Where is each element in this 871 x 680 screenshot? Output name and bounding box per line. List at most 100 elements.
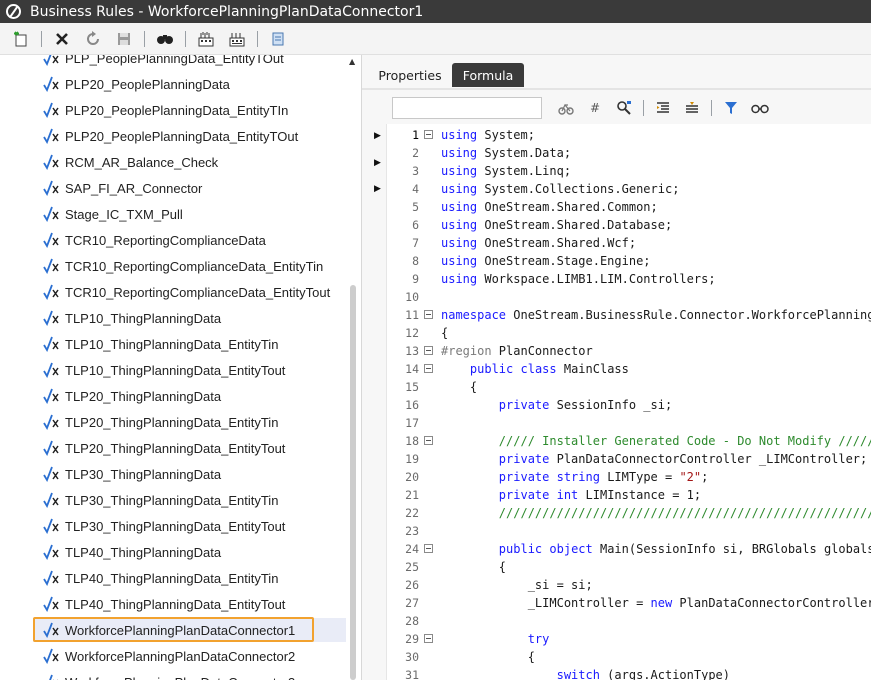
code-line[interactable]: 18 ///// Installer Generated Code - Do N… xyxy=(387,432,871,450)
tree-item[interactable]: PLP20_PeoplePlanningData_EntityTOut xyxy=(33,124,346,148)
code-line[interactable]: 12 { xyxy=(387,324,871,342)
refresh-icon[interactable] xyxy=(82,28,104,50)
formula-rule-icon xyxy=(43,596,63,613)
tree-item[interactable]: TLP10_ThingPlanningData_EntityTout xyxy=(33,358,346,382)
code-line[interactable]: 25 { xyxy=(387,558,871,576)
code-line[interactable]: 8 using OneStream.Stage.Engine; xyxy=(387,252,871,270)
tree-item[interactable]: PLP_PeoplePlanningData_EntityTOut xyxy=(33,55,346,70)
code-token: (args.ActionType) xyxy=(599,668,730,680)
code-editor[interactable]: 1 using System; 2 using System.Data; 3 using … xyxy=(386,124,871,680)
search-icon[interactable] xyxy=(154,28,176,50)
code-line[interactable]: 14 public class MainClass xyxy=(387,360,871,378)
code-line[interactable]: 10 xyxy=(387,288,871,306)
code-line[interactable]: 2 using System.Data; xyxy=(387,144,871,162)
save-icon[interactable] xyxy=(113,28,135,50)
tree-item[interactable]: Stage_IC_TXM_Pull xyxy=(33,202,346,226)
compile-icon[interactable] xyxy=(195,28,217,50)
outdent-icon[interactable] xyxy=(653,98,673,118)
code-line[interactable]: 28 xyxy=(387,612,871,630)
code-text: { xyxy=(441,378,477,396)
tree-item[interactable]: TLP30_ThingPlanningData_EntityTin xyxy=(33,488,346,512)
indent-icon[interactable] xyxy=(682,98,702,118)
tree-item[interactable]: PLP20_PeoplePlanningData xyxy=(33,72,346,96)
code-line[interactable]: 15 { xyxy=(387,378,871,396)
formula-rule-icon xyxy=(43,55,63,67)
fold-toggle-icon[interactable] xyxy=(424,436,433,445)
run-icon[interactable] xyxy=(267,28,289,50)
fold-toggle-icon[interactable] xyxy=(424,346,433,355)
tree-item[interactable]: TLP40_ThingPlanningData xyxy=(33,540,346,564)
delete-icon[interactable] xyxy=(51,28,73,50)
fold-toggle-icon[interactable] xyxy=(424,130,433,139)
code-line[interactable]: 19 private PlanDataConnectorController _… xyxy=(387,450,871,468)
tab-properties[interactable]: Properties xyxy=(370,63,450,87)
code-line[interactable]: 11 namespace OneStream.BusinessRule.Conne… xyxy=(387,306,871,324)
tree-item[interactable]: TLP40_ThingPlanningData_EntityTin xyxy=(33,566,346,590)
tree-item[interactable]: TLP20_ThingPlanningData_EntityTout xyxy=(33,436,346,460)
compile-all-icon[interactable] xyxy=(226,28,248,50)
code-token: using xyxy=(441,236,478,250)
scroll-up-arrow-icon[interactable]: ▲ xyxy=(349,57,355,66)
code-token: int xyxy=(556,488,579,502)
tree-item[interactable]: TLP30_ThingPlanningData_EntityTout xyxy=(33,514,346,538)
toggle-bookmark-icon[interactable] xyxy=(556,98,576,118)
line-number: 4 xyxy=(412,182,419,196)
code-line[interactable]: 9 using Workspace.LIMB1.LIM.Controllers; xyxy=(387,270,871,288)
code-line[interactable]: 21 private int LIMInstance = 1; xyxy=(387,486,871,504)
code-line[interactable]: 20 private string LIMType = "2"; xyxy=(387,468,871,486)
code-line[interactable]: 30 { xyxy=(387,648,871,666)
glasses-icon[interactable] xyxy=(750,98,770,118)
code-line[interactable]: 23 xyxy=(387,522,871,540)
fold-toggle-icon[interactable] xyxy=(424,544,433,553)
code-token: new xyxy=(650,596,673,610)
code-line[interactable]: 13 #region PlanConnector xyxy=(387,342,871,360)
fold-toggle-icon[interactable] xyxy=(424,634,433,643)
code-line[interactable]: 24 public object Main(SessionInfo si, BR… xyxy=(387,540,871,558)
tree-item[interactable]: TLP20_ThingPlanningData_EntityTin xyxy=(33,410,346,434)
formula-rule-icon xyxy=(43,232,63,249)
fold-toggle-icon[interactable] xyxy=(424,310,433,319)
tree-item[interactable]: TLP20_ThingPlanningData xyxy=(33,384,346,408)
tree-scrollbar[interactable]: ▲ xyxy=(344,55,362,680)
search-input[interactable] xyxy=(392,97,542,119)
code-line[interactable]: 4 using System.Collections.Generic; xyxy=(387,180,871,198)
tree-item[interactable]: WorkforcePlanningPlanDataConnector3 xyxy=(33,670,346,680)
fold-toggle-icon[interactable] xyxy=(424,364,433,373)
tree-item[interactable]: TLP40_ThingPlanningData_EntityTout xyxy=(33,592,346,616)
tree-item[interactable]: WorkforcePlanningPlanDataConnector2 xyxy=(33,644,346,668)
new-rule-icon[interactable] xyxy=(10,28,32,50)
tree-item[interactable]: TLP10_ThingPlanningData xyxy=(33,306,346,330)
code-line[interactable]: 17 xyxy=(387,414,871,432)
find-replace-icon[interactable] xyxy=(614,98,634,118)
tree-item[interactable]: TCR10_ReportingComplianceData xyxy=(33,228,346,252)
tab-formula[interactable]: Formula xyxy=(452,63,524,87)
code-token: LIMType = xyxy=(599,470,680,484)
code-line[interactable]: 29 try xyxy=(387,630,871,648)
tree-item[interactable]: TCR10_ReportingComplianceData_EntityTin xyxy=(33,254,346,278)
tree-item[interactable]: RCM_AR_Balance_Check xyxy=(33,150,346,174)
tree-item-label: TLP30_ThingPlanningData xyxy=(65,466,222,482)
tree-item[interactable]: TLP10_ThingPlanningData_EntityTin xyxy=(33,332,346,356)
code-line[interactable]: 6 using OneStream.Shared.Database; xyxy=(387,216,871,234)
code-line[interactable]: 3 using System.Linq; xyxy=(387,162,871,180)
tree-item[interactable]: TCR10_ReportingComplianceData_EntityTout xyxy=(33,280,346,304)
editor-toolbar-separator xyxy=(643,100,644,116)
tree-item[interactable]: PLP20_PeoplePlanningData_EntityTIn xyxy=(33,98,346,122)
hash-icon[interactable]: # xyxy=(585,98,605,118)
code-text: ///// Installer Generated Code - Do Not … xyxy=(441,432,871,450)
code-line[interactable]: 1 using System; xyxy=(387,126,871,144)
code-line[interactable]: 22 /////////////////////////////////////… xyxy=(387,504,871,522)
scrollbar-thumb[interactable] xyxy=(350,285,356,680)
code-token: using xyxy=(441,128,478,142)
code-line[interactable]: 27 _LIMController = new PlanDataConnecto… xyxy=(387,594,871,612)
tree-item-label: TLP30_ThingPlanningData_EntityTout xyxy=(65,518,286,534)
tree-item[interactable]: TLP30_ThingPlanningData xyxy=(33,462,346,486)
filter-icon[interactable] xyxy=(721,98,741,118)
code-line[interactable]: 5 using OneStream.Shared.Common; xyxy=(387,198,871,216)
code-line[interactable]: 16 private SessionInfo _si; xyxy=(387,396,871,414)
code-line[interactable]: 7 using OneStream.Shared.Wcf; xyxy=(387,234,871,252)
code-text: using Workspace.LIMB1.LIM.Controllers; xyxy=(441,270,716,288)
code-line[interactable]: 31 switch (args.ActionType) xyxy=(387,666,871,680)
tree-item[interactable]: SAP_FI_AR_Connector xyxy=(33,176,346,200)
code-line[interactable]: 26 _si = si; xyxy=(387,576,871,594)
